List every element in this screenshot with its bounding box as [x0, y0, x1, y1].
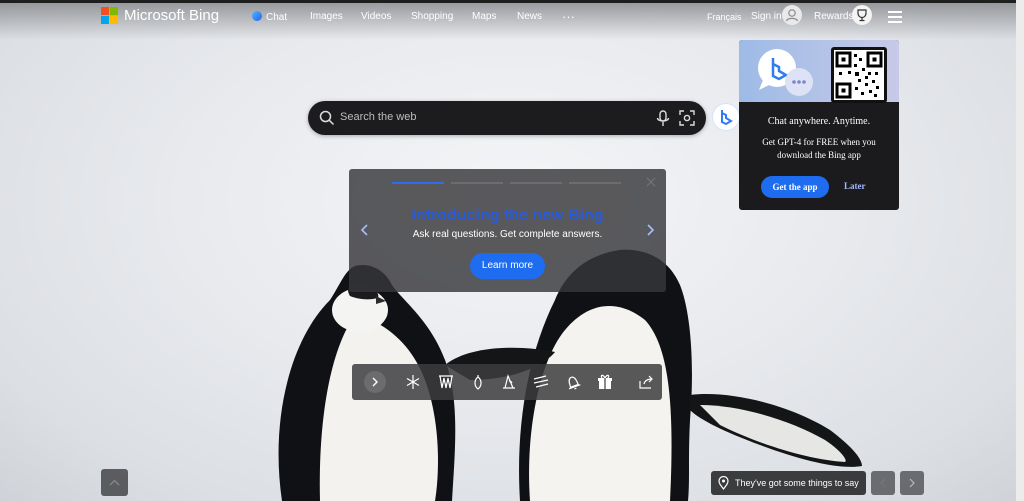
nav-item-images[interactable]: Images — [310, 11, 343, 22]
later-button[interactable]: Later — [844, 181, 866, 191]
nav-item-chat[interactable]: Chat — [252, 11, 287, 23]
nav-item-news[interactable]: News — [517, 11, 542, 22]
image-info-tip[interactable]: They've got some things to say — [711, 471, 866, 495]
qr-code — [831, 47, 887, 103]
nav-item-shopping[interactable]: Shopping — [411, 11, 453, 22]
carousel-subtitle: Ask real questions. Get complete answers… — [412, 229, 603, 240]
get-app-button[interactable]: Get the app — [761, 176, 829, 198]
carousel-progress-3[interactable] — [510, 182, 562, 184]
close-icon[interactable] — [646, 177, 656, 187]
rewards-trophy-icon[interactable] — [852, 5, 872, 25]
chevron-right-small-icon — [909, 478, 915, 488]
chevron-right-icon[interactable] — [364, 371, 386, 393]
language-link[interactable]: Français — [707, 12, 742, 22]
chat-bubbles-icon — [758, 49, 813, 96]
microphone-icon[interactable] — [656, 110, 670, 127]
promo-banner — [739, 40, 899, 103]
bing-chat-button[interactable] — [713, 104, 739, 130]
carousel-progress-1[interactable] — [392, 182, 444, 184]
bell-icon[interactable] — [564, 373, 582, 391]
visual-search-icon[interactable] — [679, 110, 695, 126]
brand-name: Microsoft Bing — [124, 7, 220, 24]
nav-item-maps[interactable]: Maps — [472, 11, 496, 22]
image-info-text: They've got some things to say — [735, 478, 859, 488]
search-icon — [319, 110, 335, 126]
feature-carousel: Introducing the new Bing Ask real questi… — [349, 169, 666, 292]
promo-title: Chat anywhere. Anytime. — [767, 116, 871, 127]
share-icon[interactable] — [637, 373, 655, 391]
user-avatar-icon[interactable] — [782, 5, 802, 25]
rewards-link[interactable]: Rewards — [814, 11, 853, 22]
prev-image-button[interactable] — [871, 471, 895, 495]
carousel-title: Introducing the new Bing — [411, 207, 604, 224]
location-pin-icon — [718, 476, 729, 490]
carousel-progress-2[interactable] — [451, 182, 503, 184]
hat-icon[interactable] — [500, 373, 518, 391]
nav-item-videos[interactable]: Videos — [361, 11, 391, 22]
wind-icon[interactable] — [532, 373, 550, 391]
ornament-icon[interactable] — [469, 373, 487, 391]
chevron-up-icon — [109, 479, 120, 486]
snowflake-icon[interactable] — [404, 373, 422, 391]
window-edge — [0, 0, 1024, 3]
carousel-progress-4[interactable] — [569, 182, 621, 184]
microsoft-logo-icon — [101, 7, 118, 24]
nav-label-chat: Chat — [266, 12, 288, 23]
next-image-button[interactable] — [900, 471, 924, 495]
menu-hamburger-icon[interactable] — [888, 11, 902, 26]
gift-icon[interactable] — [596, 373, 614, 391]
scroll-up-button[interactable] — [101, 469, 128, 496]
bing-logo[interactable]: Microsoft Bing — [101, 7, 219, 24]
nav-more-button[interactable]: ··· — [562, 9, 575, 24]
search-input[interactable]: Search the web — [340, 111, 416, 123]
forest-icon[interactable] — [437, 373, 455, 391]
search-box[interactable]: Search the web — [308, 101, 706, 135]
promo-subtitle: Get GPT-4 for FREE when you download the… — [762, 137, 876, 160]
app-promo-panel: Chat anywhere. Anytime. Get GPT-4 for FR… — [739, 40, 899, 210]
bing-chat-icon — [721, 110, 733, 126]
learn-more-button[interactable]: Learn more — [470, 253, 545, 279]
chat-icon — [252, 11, 262, 21]
signin-link[interactable]: Sign in — [751, 11, 782, 22]
chevron-left-icon — [880, 478, 886, 488]
daily-toolbar — [352, 364, 662, 400]
page-scrollbar[interactable] — [1016, 0, 1024, 501]
